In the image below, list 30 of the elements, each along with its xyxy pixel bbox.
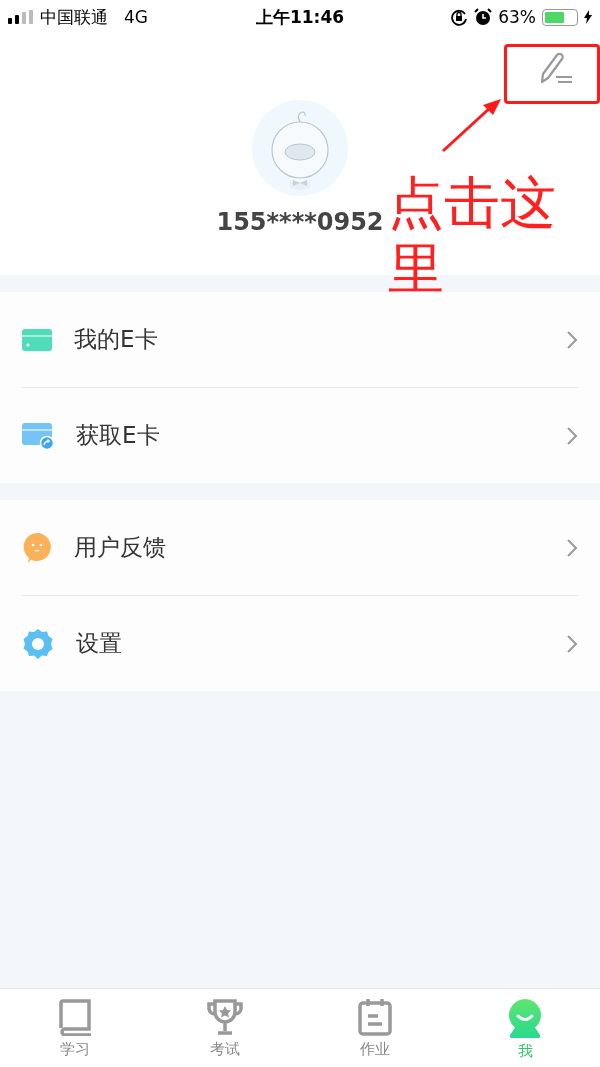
network-type: 4G bbox=[124, 7, 148, 27]
menu-item[interactable]: 用户反馈 bbox=[22, 500, 578, 595]
arrow bbox=[441, 97, 503, 153]
card-icon bbox=[22, 327, 52, 352]
notepad-icon bbox=[358, 998, 392, 1036]
chevron-right-icon bbox=[566, 425, 578, 446]
signal-icon bbox=[8, 10, 34, 24]
tab[interactable]: 作业 bbox=[300, 989, 450, 1067]
battery-icon bbox=[542, 8, 578, 26]
battery-percent: 63% bbox=[498, 7, 536, 27]
chevron-right-icon bbox=[566, 633, 578, 654]
card-icon bbox=[22, 421, 54, 450]
tab[interactable]: 学习 bbox=[0, 989, 150, 1067]
chevron-right-icon bbox=[566, 329, 578, 350]
menu-item[interactable]: 设置 bbox=[22, 595, 578, 691]
rotation-lock-icon bbox=[450, 8, 469, 26]
carrier-name: 中国联通 bbox=[40, 5, 108, 29]
chevron-right-icon bbox=[566, 537, 578, 558]
trophy-icon bbox=[206, 998, 244, 1036]
status-time: 上午11:46 bbox=[255, 5, 345, 29]
settings-icon bbox=[22, 627, 54, 660]
tab[interactable]: 考试 bbox=[150, 989, 300, 1067]
charging-icon bbox=[584, 10, 592, 24]
phone-number: 155****0952 bbox=[216, 208, 384, 236]
person-icon bbox=[507, 998, 543, 1038]
alarm-icon bbox=[474, 8, 493, 26]
menu-item[interactable]: 获取E卡 bbox=[22, 387, 578, 483]
smiley-icon bbox=[22, 531, 52, 564]
pencil-icon bbox=[538, 51, 574, 85]
book-icon bbox=[57, 998, 93, 1036]
